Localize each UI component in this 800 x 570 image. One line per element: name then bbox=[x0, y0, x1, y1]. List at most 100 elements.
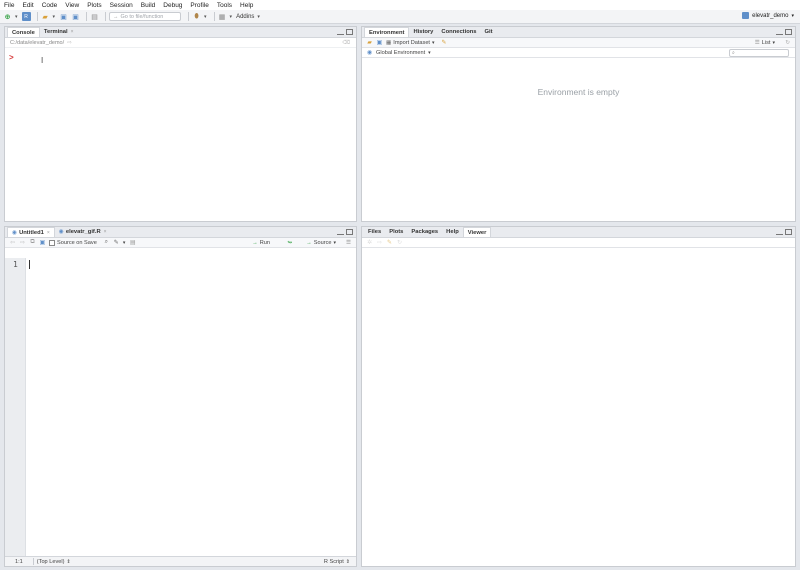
menu-plots[interactable]: Plots bbox=[87, 2, 101, 9]
minimize-icon[interactable] bbox=[337, 229, 344, 235]
stop-icon[interactable]: ✲ bbox=[366, 239, 373, 246]
editor-toolbar: ⇦ ⇨ ⧉ ▣ Source on Save ⌕ ✎ ▾ ▤ → Run ↬ →… bbox=[5, 238, 356, 248]
maximize-icon[interactable] bbox=[346, 29, 353, 35]
window-controls bbox=[774, 229, 792, 235]
chevron-down-icon[interactable]: ▾ bbox=[257, 14, 260, 20]
minimize-icon[interactable] bbox=[337, 29, 344, 35]
tab-connections[interactable]: Connections bbox=[437, 27, 480, 37]
tab-packages[interactable]: Packages bbox=[407, 227, 442, 237]
refresh-icon[interactable]: ↻ bbox=[785, 40, 790, 46]
search-icon[interactable]: ⌕ bbox=[103, 239, 110, 246]
file-type-selector[interactable]: R Script ⇕ bbox=[324, 559, 350, 565]
save-icon[interactable]: ▣ bbox=[59, 12, 68, 21]
menu-view[interactable]: View bbox=[65, 2, 79, 9]
run-button[interactable]: → Run bbox=[252, 240, 270, 246]
tab-untitled1[interactable]: ◉ Untitled1 × bbox=[7, 227, 55, 237]
save-all-icon[interactable]: ▣ bbox=[71, 12, 80, 21]
open-folder-icon[interactable]: ▰ bbox=[41, 12, 50, 21]
rerun-icon[interactable]: ↬ bbox=[287, 240, 292, 246]
save-icon[interactable]: ▣ bbox=[376, 39, 383, 46]
tab-environment[interactable]: Environment bbox=[364, 27, 410, 37]
close-icon[interactable]: × bbox=[104, 229, 107, 235]
broom-icon[interactable]: ✎ bbox=[441, 39, 448, 46]
goto-arrow-icon: → bbox=[113, 13, 119, 20]
maximize-icon[interactable] bbox=[346, 229, 353, 235]
menu-code[interactable]: Code bbox=[42, 2, 58, 9]
maximize-icon[interactable] bbox=[785, 29, 792, 35]
new-file-icon[interactable]: ⊕ bbox=[3, 12, 12, 21]
scope-selector[interactable]: (Top Level) bbox=[37, 559, 65, 565]
toolbar-divider bbox=[105, 12, 107, 21]
tab-console[interactable]: Console bbox=[7, 27, 40, 37]
chevron-down-icon[interactable]: ▾ bbox=[15, 14, 18, 20]
tab-terminal[interactable]: Terminal × bbox=[40, 27, 78, 37]
back-arrow-icon[interactable]: ⇦ bbox=[9, 239, 16, 246]
tab-plots[interactable]: Plots bbox=[385, 227, 407, 237]
files-pane: Files Plots Packages Help Viewer ✲ ⇨ ✎ ↻ bbox=[361, 226, 796, 567]
tab-viewer[interactable]: Viewer bbox=[462, 227, 492, 237]
chevron-down-icon[interactable]: ▾ bbox=[53, 14, 56, 20]
chevron-down-icon[interactable]: ▾ bbox=[204, 14, 207, 20]
source-on-save-checkbox[interactable]: Source on Save bbox=[49, 239, 97, 246]
menu-profile[interactable]: Profile bbox=[190, 2, 208, 9]
environment-search-input[interactable]: ⌕ bbox=[729, 49, 789, 57]
chevron-updown-icon[interactable]: ⇕ bbox=[66, 559, 70, 565]
print-icon[interactable]: ▤ bbox=[90, 12, 99, 21]
menu-bar: File Edit Code View Plots Session Build … bbox=[0, 0, 800, 10]
close-icon[interactable]: × bbox=[47, 230, 50, 236]
menu-build[interactable]: Build bbox=[141, 2, 155, 9]
show-in-window-icon[interactable]: ⧉ bbox=[29, 239, 36, 246]
tab-elevatr-gif[interactable]: ◉ elevatr_gif.R × bbox=[55, 227, 111, 237]
broom-icon[interactable]: ✎ bbox=[386, 239, 393, 246]
compile-report-icon[interactable]: ▤ bbox=[129, 239, 136, 246]
outline-icon[interactable]: ☰ bbox=[346, 240, 351, 246]
git-icon[interactable]: ⬮ bbox=[192, 12, 201, 21]
working-directory: C:/data/elevatr_demo/ bbox=[10, 39, 65, 46]
maximize-icon[interactable] bbox=[785, 229, 792, 235]
editor-pane: ◉ Untitled1 × ◉ elevatr_gif.R × ⇦ ⇨ ⧉ ▣ So… bbox=[4, 226, 357, 567]
toolbar-divider bbox=[36, 12, 38, 21]
minimize-icon[interactable] bbox=[776, 29, 783, 35]
menu-tools[interactable]: Tools bbox=[217, 2, 232, 9]
chevron-down-icon[interactable]: ▾ bbox=[428, 50, 431, 56]
addins-button[interactable]: Addins bbox=[236, 14, 254, 20]
minimize-icon[interactable] bbox=[776, 229, 783, 235]
global-environment-select[interactable]: Global Environment bbox=[376, 50, 425, 56]
chevron-down-icon[interactable]: ▾ bbox=[123, 240, 126, 246]
r-file-icon: ◉ bbox=[58, 229, 64, 235]
close-icon[interactable]: × bbox=[71, 29, 74, 35]
forward-arrow-icon[interactable]: ⇨ bbox=[19, 239, 26, 246]
tab-help[interactable]: Help bbox=[442, 227, 463, 237]
new-project-icon[interactable]: R bbox=[21, 12, 31, 21]
code-tools-icon[interactable]: ✎ bbox=[113, 239, 120, 246]
toolbar-divider bbox=[213, 12, 215, 21]
clear-console-icon[interactable]: ⌫ bbox=[342, 40, 350, 46]
menu-edit[interactable]: Edit bbox=[22, 2, 33, 9]
save-icon[interactable]: ▣ bbox=[39, 239, 46, 246]
list-view-button[interactable]: ☰ List ▾ bbox=[755, 40, 775, 46]
goto-file-input[interactable]: → Go to file/function bbox=[109, 12, 182, 21]
tab-git[interactable]: Git bbox=[481, 27, 497, 37]
console-path-bar: C:/data/elevatr_demo/ ⇨ ⌫ bbox=[5, 38, 356, 48]
refresh-icon[interactable]: ↻ bbox=[396, 239, 403, 246]
environment-scope-bar: ◉ Global Environment ▾ ⌕ bbox=[362, 48, 795, 58]
menu-help[interactable]: Help bbox=[240, 2, 253, 9]
environment-empty-message: Environment is empty bbox=[537, 87, 620, 97]
menu-session[interactable]: Session bbox=[110, 2, 133, 9]
source-button[interactable]: → Source ▾ bbox=[306, 240, 336, 246]
chevron-down-icon: ▾ bbox=[333, 239, 336, 246]
goto-directory-icon[interactable]: ⇨ bbox=[67, 40, 72, 46]
list-icon: ☰ bbox=[754, 39, 760, 46]
project-menu[interactable]: elevatr_demo ▾ bbox=[742, 12, 794, 19]
import-dataset-button[interactable]: ▦ Import Dataset ▾ bbox=[386, 40, 435, 46]
tab-files[interactable]: Files bbox=[364, 227, 385, 237]
checkbox-icon[interactable] bbox=[49, 239, 55, 246]
open-folder-icon[interactable]: ▰ bbox=[366, 39, 373, 46]
pane-layout-icon[interactable]: ▦ bbox=[218, 12, 227, 21]
menu-file[interactable]: File bbox=[4, 2, 14, 9]
menu-debug[interactable]: Debug bbox=[163, 2, 182, 9]
back-icon[interactable]: ⇨ bbox=[376, 239, 383, 246]
tab-history[interactable]: History bbox=[409, 27, 437, 37]
window-controls bbox=[774, 29, 792, 35]
chevron-down-icon[interactable]: ▾ bbox=[230, 14, 233, 20]
